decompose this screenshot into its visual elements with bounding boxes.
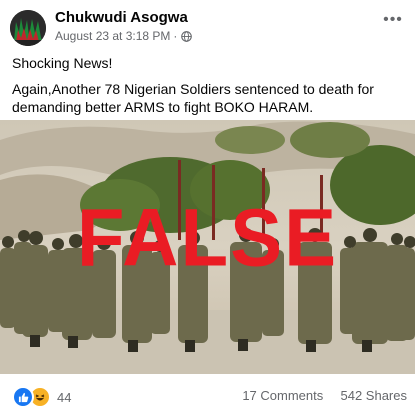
post-headline: Shocking News! [12, 55, 113, 71]
post-date[interactable]: August 23 at 3:18 PM [55, 29, 170, 43]
post-meta: August 23 at 3:18 PM · [55, 29, 193, 43]
comments-link[interactable]: 17 Comments [242, 388, 323, 403]
reactions-summary[interactable]: 44 [12, 386, 71, 408]
post-footer: 44 17 Comments 542 Shares [0, 374, 415, 415]
shares-link[interactable]: 542 Shares [341, 388, 408, 403]
post-header: Chukwudi Asogwa August 23 at 3:18 PM · •… [0, 0, 415, 48]
engagement-stats: 17 Comments 542 Shares [242, 388, 407, 403]
post-photo[interactable]: FALSE [0, 120, 415, 374]
like-icon [12, 386, 34, 408]
more-options-button[interactable]: ••• [381, 10, 405, 30]
meta-separator: · [173, 29, 178, 43]
author-name[interactable]: Chukwudi Asogwa [55, 9, 188, 26]
false-stamp: FALSE [76, 190, 339, 284]
reaction-count: 44 [57, 389, 72, 405]
globe-icon[interactable] [181, 30, 193, 42]
author-avatar[interactable] [10, 10, 46, 46]
post-body: Again,Another 78 Nigerian Soldiers sente… [12, 81, 374, 115]
facebook-post: Chukwudi Asogwa August 23 at 3:18 PM · •… [0, 0, 415, 415]
post-text: Shocking News! Again,Another 78 Nigerian… [12, 54, 412, 116]
